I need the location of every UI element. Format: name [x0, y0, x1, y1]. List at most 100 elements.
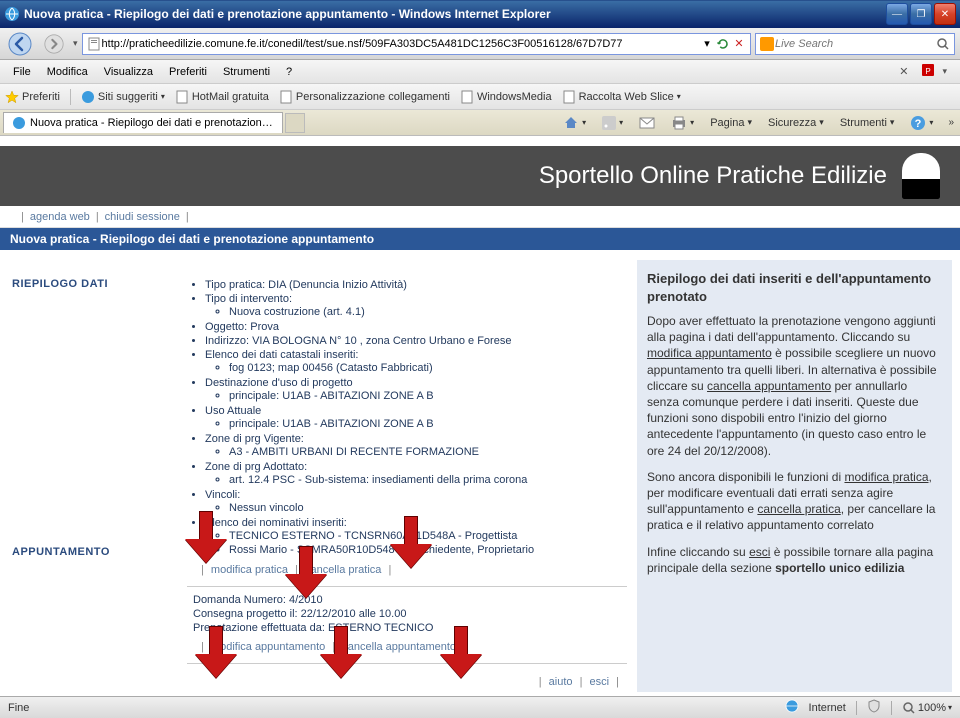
pdf-convert-icon[interactable]: P — [914, 62, 942, 81]
status-internet: Internet — [809, 702, 846, 714]
close-x-icon[interactable]: ✕ — [893, 65, 914, 78]
link-modifica-pratica[interactable]: modifica pratica — [211, 564, 288, 576]
page-content: Sportello Online Pratiche Edilizie | age… — [0, 136, 960, 696]
middle-column: Tipo pratica: DIA (Denuncia Inizio Attiv… — [187, 260, 627, 692]
link-esci[interactable]: esci — [590, 676, 610, 688]
zoom-control[interactable]: 100% ▾ — [902, 701, 952, 715]
help-button[interactable]: ? ▾ — [906, 113, 937, 133]
chevrons-icon[interactable]: » — [945, 117, 957, 128]
menu-bar: File Modifica Visualizza Preferiti Strum… — [0, 60, 960, 84]
sicurezza-menu[interactable]: Sicurezza — [764, 115, 828, 131]
home-button[interactable]: ▾ — [559, 113, 590, 133]
help-p3: Infine cliccando su esci è possibile tor… — [647, 544, 942, 576]
tab-label: Nuova pratica - Riepilogo dei dati e pre… — [30, 117, 274, 129]
fav-personalizza[interactable]: Personalizzazione collegamenti — [279, 90, 450, 104]
back-button[interactable] — [5, 31, 35, 57]
app-consegna: Consegna progetto il: 22/12/2010 alle 10… — [193, 607, 627, 621]
banner-title: Sportello Online Pratiche Edilizie — [539, 162, 887, 190]
fav-windowsmedia[interactable]: WindowsMedia — [460, 90, 552, 104]
mail-button[interactable] — [635, 114, 659, 132]
print-button[interactable]: ▾ — [667, 114, 698, 132]
print-icon — [671, 116, 687, 130]
browser-nav-bar: ▾ ▾ ✕ — [0, 28, 960, 60]
search-input[interactable] — [775, 38, 935, 50]
page-icon — [562, 90, 576, 104]
menu-help[interactable]: ? — [278, 63, 300, 81]
address-dropdown-icon[interactable]: ▾ — [699, 36, 715, 52]
menu-visualizza[interactable]: Visualizza — [96, 63, 161, 81]
fav-hotmail[interactable]: HotMail gratuita — [175, 90, 269, 104]
chevron-down-icon: ▾ — [161, 92, 165, 101]
dato-nominativi: Elenco dei nominativi inseriti: TECNICO … — [205, 516, 627, 558]
rss-icon — [602, 116, 616, 130]
dato-oggetto: Oggetto: Prova — [205, 320, 627, 334]
close-button[interactable]: ✕ — [934, 3, 956, 25]
dato-tipo-intervento: Tipo di intervento: Nuova costruzione (a… — [205, 292, 627, 320]
fav-webslice[interactable]: Raccolta Web Slice ▾ — [562, 90, 681, 104]
menu-file[interactable]: File — [5, 63, 39, 81]
home-icon — [563, 115, 579, 131]
divider — [70, 89, 71, 105]
divider — [856, 701, 857, 715]
help-panel: Riepilogo dei dati inseriti e dell'appun… — [637, 260, 952, 692]
divider — [891, 701, 892, 715]
help-p2: Sono ancora disponibili le funzioni di m… — [647, 469, 942, 534]
menu-modifica[interactable]: Modifica — [39, 63, 96, 81]
fav-siti-suggeriti[interactable]: Siti suggeriti ▾ — [81, 90, 165, 104]
dato-destinazione: Destinazione d'uso di progetto principal… — [205, 376, 627, 404]
app-domanda: Domanda Numero: 4/2010 — [193, 593, 627, 607]
menu-strumenti[interactable]: Strumenti — [215, 63, 278, 81]
link-cancella-pratica[interactable]: cancella pratica — [305, 564, 381, 576]
maximize-button[interactable]: ❐ — [910, 3, 932, 25]
link-agenda-web[interactable]: agenda web — [30, 211, 90, 223]
page-icon — [175, 90, 189, 104]
new-tab-button[interactable] — [285, 113, 305, 133]
dato-catastali: Elenco dei dati catastali inseriti: fog … — [205, 348, 627, 376]
ie-icon — [81, 90, 95, 104]
feeds-button[interactable]: ▾ — [598, 114, 627, 132]
divider — [187, 586, 627, 587]
app-prenotazione: Prenotazione effettuata da: ESTERNO TECN… — [193, 621, 627, 635]
help-p1: Dopo aver effettuato la prenotazione ven… — [647, 313, 942, 459]
status-text: Fine — [8, 702, 68, 714]
help-title: Riepilogo dei dati inseriti e dell'appun… — [647, 270, 942, 305]
link-row-footer: | aiuto | esci | — [187, 670, 627, 692]
link-chiudi-sessione[interactable]: chiudi sessione — [105, 211, 180, 223]
pagina-menu[interactable]: Pagina — [706, 115, 756, 131]
forward-button[interactable] — [39, 31, 69, 57]
left-column: RIEPILOGO DATI APPUNTAMENTO — [12, 260, 177, 692]
dato-zone-adottato: Zone di prg Adottato: art. 12.4 PSC - Su… — [205, 460, 627, 488]
search-button[interactable] — [935, 36, 951, 52]
svg-text:?: ? — [915, 118, 922, 130]
page-icon — [279, 90, 293, 104]
address-input[interactable] — [102, 38, 699, 50]
history-dropdown[interactable]: ▾ — [73, 38, 78, 49]
address-bar[interactable]: ▾ ✕ — [82, 33, 751, 55]
tab-active[interactable]: Nuova pratica - Riepilogo dei dati e pre… — [3, 112, 283, 133]
page-icon — [86, 36, 102, 52]
window-title: Nuova pratica - Riepilogo dei dati e pre… — [24, 7, 886, 21]
dato-vincoli: Vincoli: Nessun vincolo — [205, 488, 627, 516]
ie-icon — [4, 6, 20, 22]
minimize-button[interactable]: — — [886, 3, 908, 25]
stop-button[interactable]: ✕ — [731, 36, 747, 52]
strumenti-menu[interactable]: Strumenti — [836, 115, 899, 131]
refresh-button[interactable] — [715, 36, 731, 52]
label-riepilogo-dati: RIEPILOGO DATI — [12, 278, 177, 290]
pdf-dropdown-icon[interactable]: ▾ — [942, 66, 955, 77]
menu-preferiti[interactable]: Preferiti — [161, 63, 215, 81]
svg-text:P: P — [926, 67, 931, 76]
link-cancella-appuntamento[interactable]: cancella appuntamento — [342, 641, 456, 653]
dato-indirizzo: Indirizzo: VIA BOLOGNA N° 10 , zona Cent… — [205, 334, 627, 348]
link-row-appuntamento: | modifica appuntamento | cancella appun… — [187, 635, 627, 657]
link-aiuto[interactable]: aiuto — [549, 676, 573, 688]
zoom-icon — [902, 701, 916, 715]
tab-bar: Nuova pratica - Riepilogo dei dati e pre… — [0, 110, 960, 136]
ie-icon — [12, 116, 26, 130]
site-banner: Sportello Online Pratiche Edilizie — [0, 146, 960, 206]
link-modifica-appuntamento[interactable]: modifica appuntamento — [211, 641, 325, 653]
globe-icon — [785, 699, 799, 716]
banner-logo — [902, 153, 940, 199]
favorites-button[interactable]: Preferiti — [5, 90, 60, 104]
search-bar[interactable] — [755, 33, 955, 55]
